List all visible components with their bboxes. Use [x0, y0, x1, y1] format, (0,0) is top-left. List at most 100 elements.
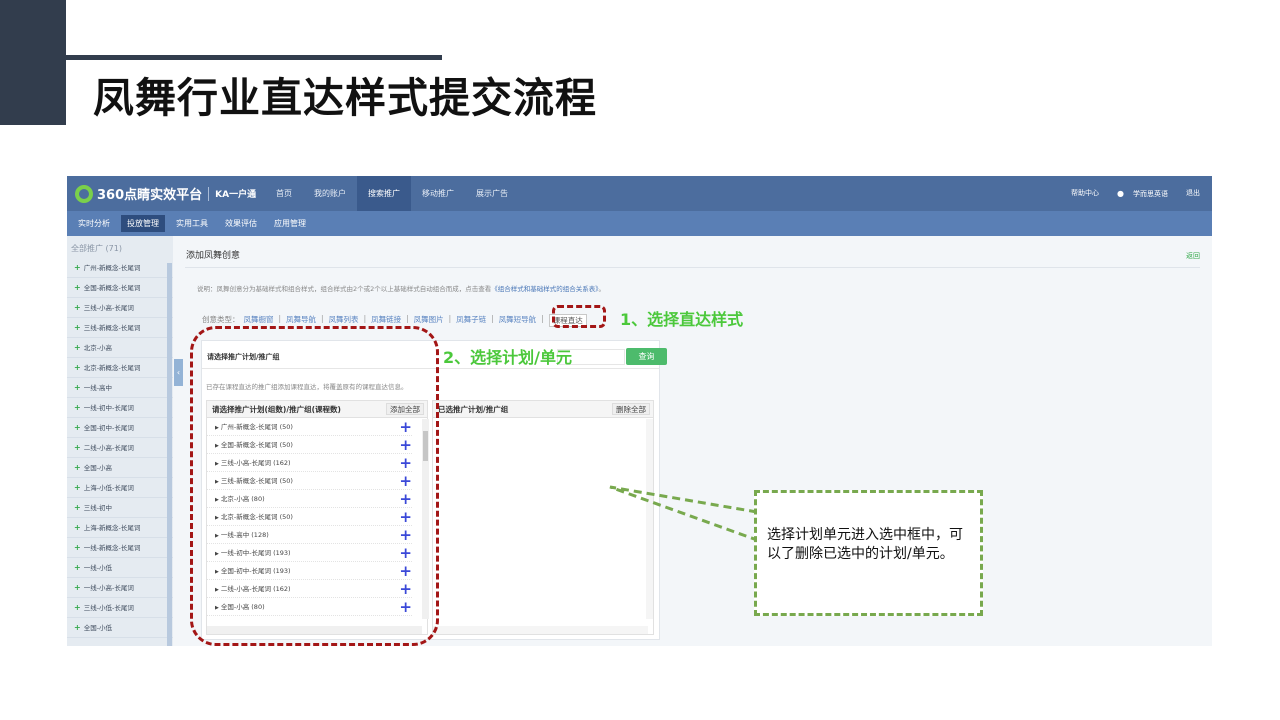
- plus-icon: +: [74, 263, 81, 272]
- top-nav: 首页 我的账户 搜索推广 移动推广 展示广告: [265, 176, 519, 211]
- page-title: 添加凤舞创意: [186, 251, 241, 261]
- top-right: 帮助中心 ● 学而思英语 退出: [1065, 176, 1206, 211]
- plus-icon: +: [74, 403, 81, 412]
- sidebar-item-label: 三线-初中: [83, 504, 113, 512]
- step1-label: 1、选择直达样式: [620, 310, 744, 329]
- sidebar-item-label: 一线-高中: [83, 384, 113, 392]
- sidebar-item-label: 一线-小低: [83, 564, 113, 572]
- query-button[interactable]: 查询: [626, 348, 667, 365]
- logout-link[interactable]: 退出: [1180, 176, 1206, 211]
- logo-sub: KA一户通: [215, 190, 257, 200]
- sidebar-item-label: 广州-新概念-长尾词: [83, 264, 141, 272]
- sidebar-item-label: 一线-小高-长尾词: [83, 584, 134, 592]
- sidebar-item-label: 三线-新概念-长尾词: [83, 324, 141, 332]
- topnav-item[interactable]: 移动推广: [411, 176, 465, 211]
- plus-icon: +: [74, 343, 81, 352]
- description-text: 说明：凤舞创意分为基础样式和组合样式，组合样式由2个或2个以上基础样式自动组合而…: [197, 285, 492, 293]
- topnav-item[interactable]: 首页: [265, 176, 303, 211]
- sidebar-item[interactable]: + 三线-小高-长尾词: [67, 298, 173, 318]
- sidebar-item[interactable]: + 三线-初中: [67, 498, 173, 518]
- sidebar-item[interactable]: + 北京-新概念-长尾词: [67, 358, 173, 378]
- delete-all-button[interactable]: 删除全部: [612, 403, 650, 415]
- plus-icon: +: [74, 523, 81, 532]
- user-icon: ●: [1117, 189, 1124, 198]
- sidebar-item[interactable]: + 广州-新概念-长尾词: [67, 258, 173, 278]
- sidebar-item[interactable]: + 三线-小低-长尾词: [67, 598, 173, 618]
- sidebar-scrollbar[interactable]: [167, 263, 172, 646]
- creative-type-link[interactable]: 凤舞短导航: [499, 314, 537, 327]
- corner-block: [0, 0, 66, 125]
- sidebar-item[interactable]: + 全国-新概念-长尾词: [67, 278, 173, 298]
- sidebar-item-label: 上海-小低-长尾词: [83, 484, 134, 492]
- plus-icon: +: [74, 463, 81, 472]
- plus-icon: +: [74, 623, 81, 632]
- subnav-item[interactable]: 应用管理: [268, 215, 312, 232]
- selected-list-scrollbar[interactable]: [646, 419, 653, 619]
- type-separator: |: [491, 314, 494, 323]
- sidebar-item[interactable]: + 上海-小低-长尾词: [67, 478, 173, 498]
- back-link[interactable]: 返回: [1186, 251, 1200, 261]
- plus-icon: +: [74, 603, 81, 612]
- description: 说明：凤舞创意分为基础样式和组合样式，组合样式由2个或2个以上基础样式自动组合而…: [197, 283, 605, 293]
- sidebar-item-label: 北京-小高: [83, 344, 113, 352]
- sidebar-header[interactable]: 全部推广 (71): [67, 236, 173, 258]
- sidebar-item-label: 一线-初中-长尾词: [83, 404, 134, 412]
- selected-list-header: 已选推广计划/推广组 删除全部: [433, 401, 653, 418]
- top-bar: 360点睛实效平台 KA一户通 首页 我的账户 搜索推广 移动推广 展示广告 帮助中心 …: [67, 176, 1212, 211]
- sidebar-item[interactable]: + 一线-新概念-长尾词: [67, 538, 173, 558]
- sidebar-item[interactable]: + 全国-小低: [67, 618, 173, 638]
- plus-icon: +: [74, 383, 81, 392]
- callout-box: 选择计划单元进入选中框中，可以了删除已选中的计划/单元。: [754, 490, 983, 616]
- sidebar-list: + 广州-新概念-长尾词 + 全国-新概念-长尾词 + 三线-小高-长尾词 + 三线-新概念-…: [67, 258, 173, 638]
- selected-list-header-text: 已选推广计划/推广组: [438, 405, 509, 414]
- sidebar-item[interactable]: + 一线-初中-长尾词: [67, 398, 173, 418]
- sidebar-item[interactable]: + 二线-小高-长尾词: [67, 438, 173, 458]
- collapse-sidebar-icon[interactable]: ‹: [174, 359, 183, 386]
- plus-icon: +: [74, 483, 81, 492]
- selected-list-hscrollbar[interactable]: [433, 626, 648, 634]
- sidebar: 全部推广 (71) + 广州-新概念-长尾词 + 全国-新概念-长尾词 + 三线-小高-长…: [67, 236, 173, 646]
- creative-type-link[interactable]: 凤舞图片: [414, 314, 444, 327]
- description-suffix: 。: [598, 285, 606, 293]
- topnav-item[interactable]: 搜索推广: [357, 176, 411, 211]
- sidebar-item-label: 北京-新概念-长尾词: [83, 364, 141, 372]
- plus-icon: +: [74, 563, 81, 572]
- sidebar-item[interactable]: + 一线-小低: [67, 558, 173, 578]
- sub-nav: 实时分析 投放管理 实用工具 效果评估 应用管理: [67, 211, 1212, 236]
- divider: [185, 267, 1200, 268]
- selected-list: 已选推广计划/推广组 删除全部: [432, 400, 654, 635]
- plus-icon: +: [74, 303, 81, 312]
- subnav-item[interactable]: 效果评估: [219, 215, 263, 232]
- subnav-item[interactable]: 实时分析: [72, 215, 116, 232]
- type-separator: |: [541, 314, 544, 323]
- logo-text: 360点睛实效平台: [97, 188, 203, 203]
- logo[interactable]: 360点睛实效平台 KA一户通: [75, 183, 256, 204]
- logo-separator: [208, 186, 210, 201]
- subnav-item[interactable]: 投放管理: [121, 215, 165, 232]
- sidebar-item[interactable]: + 三线-新概念-长尾词: [67, 318, 173, 338]
- creative-type-link[interactable]: 凤舞子链: [456, 314, 486, 327]
- user-link[interactable]: ● 学而思英语: [1105, 176, 1180, 211]
- sidebar-item-label: 全国-新概念-长尾词: [83, 284, 141, 292]
- sidebar-item[interactable]: + 全国-初中-长尾词: [67, 418, 173, 438]
- logo-ring-icon: [75, 184, 93, 203]
- slide-title: 凤舞行业直达样式提交流程: [93, 74, 597, 122]
- plus-icon: +: [74, 423, 81, 432]
- callout-text: 选择计划单元进入选中框中，可以了删除已选中的计划/单元。: [767, 527, 963, 562]
- plus-icon: +: [74, 323, 81, 332]
- user-name: 学而思英语: [1133, 190, 1168, 198]
- topnav-item[interactable]: 我的账户: [303, 176, 357, 211]
- sidebar-item[interactable]: + 一线-高中: [67, 378, 173, 398]
- type-separator: |: [448, 314, 452, 323]
- subnav-item[interactable]: 实用工具: [170, 215, 214, 232]
- step1-highlight: [552, 305, 606, 328]
- sidebar-item[interactable]: + 北京-小高: [67, 338, 173, 358]
- sidebar-item[interactable]: + 上海-新概念-长尾词: [67, 518, 173, 538]
- title-rule: [66, 55, 442, 60]
- sidebar-item[interactable]: + 全国-小高: [67, 458, 173, 478]
- relation-table-link[interactable]: 《组合样式和基础样式的组合关系表》: [491, 285, 598, 293]
- sidebar-item[interactable]: + 一线-小高-长尾词: [67, 578, 173, 598]
- help-link[interactable]: 帮助中心: [1065, 176, 1105, 211]
- sidebar-item-label: 三线-小低-长尾词: [83, 604, 134, 612]
- topnav-item[interactable]: 展示广告: [465, 176, 519, 211]
